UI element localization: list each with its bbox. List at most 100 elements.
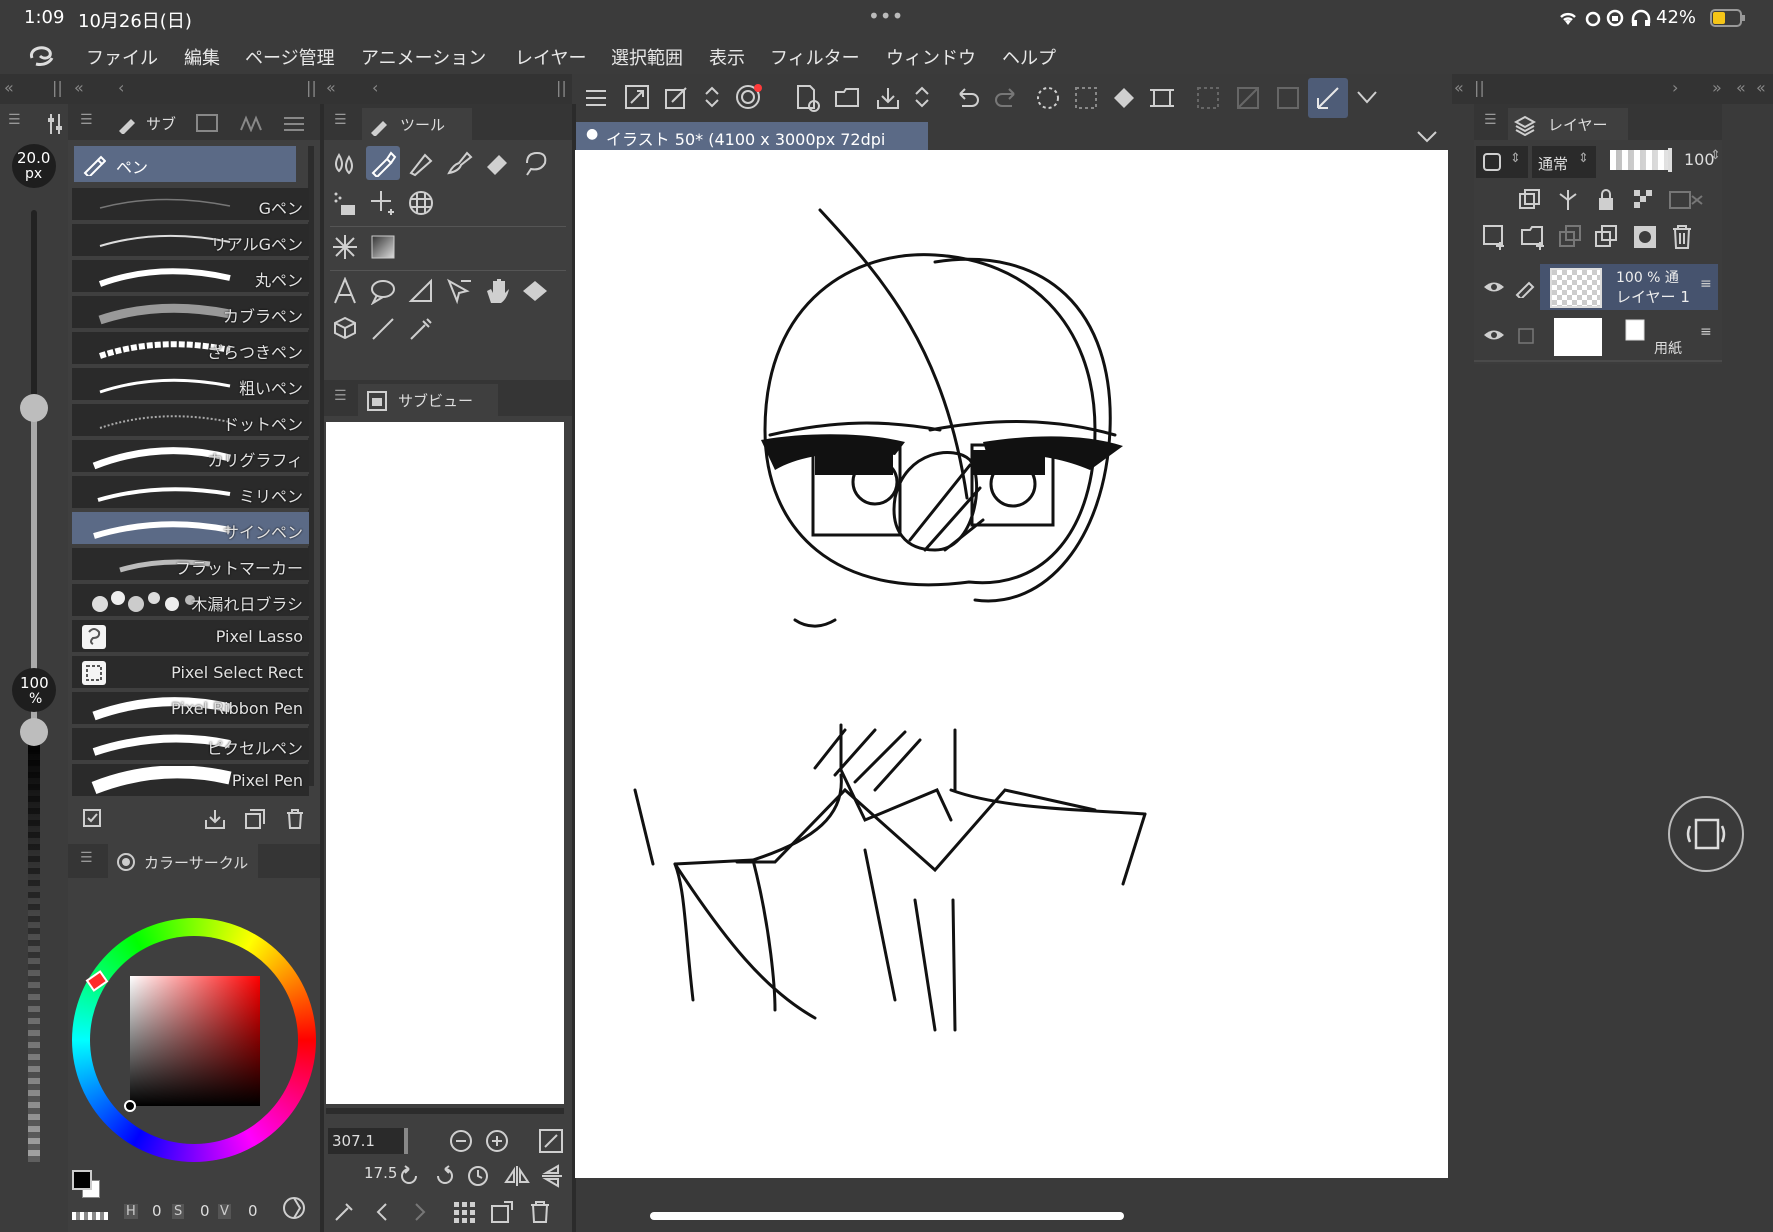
brush-rough-pen[interactable]: ざらつきペン	[72, 332, 309, 366]
brush-size-knob[interactable]	[20, 394, 48, 422]
collapse-right-icon-3[interactable]: «	[1736, 78, 1746, 97]
select-arrows-icon-3[interactable]: ⇕	[1710, 148, 1721, 163]
tab-list-icon[interactable]	[282, 114, 306, 132]
brush-calligraphy[interactable]: カリグラフィ	[72, 440, 309, 474]
tool-tab[interactable]: ツール	[362, 108, 472, 140]
visibility-eye-icon[interactable]	[1482, 326, 1506, 344]
brush-pixel-pen[interactable]: Pixel Pen	[72, 764, 309, 798]
menu-layer[interactable]: レイヤー	[515, 44, 586, 70]
tool-pencil[interactable]	[404, 146, 438, 180]
tool-lasso-fill[interactable]	[518, 146, 552, 180]
document-tab[interactable]: ● イラスト 50* (4100 x 3000px 72dpi 48.6%)	[576, 122, 928, 169]
tool-3d[interactable]	[328, 312, 362, 346]
subview-scrollbar[interactable]	[326, 1108, 564, 1114]
flip-vertical-icon[interactable]	[540, 1164, 564, 1188]
tool-object[interactable]	[442, 274, 476, 308]
expand-selection-icon[interactable]	[1274, 84, 1302, 112]
panel-menu-icon-2[interactable]: ☰	[80, 112, 93, 128]
duplicate-icon[interactable]	[244, 808, 266, 830]
brush-pixel-lasso[interactable]: Pixel Lasso	[72, 620, 309, 654]
layer-menu-icon[interactable]: ≡	[1700, 276, 1712, 292]
tool-text[interactable]	[328, 274, 362, 308]
select-all-icon[interactable]	[1072, 84, 1100, 112]
multitask-dots[interactable]: •••	[868, 4, 903, 28]
record-icon[interactable]	[734, 82, 764, 112]
brush-pixel-pen-jp[interactable]: ピクセルペン	[72, 728, 309, 762]
app-logo-icon[interactable]	[26, 42, 56, 68]
brush-opacity-slider[interactable]	[28, 732, 40, 1162]
sub-tool-header[interactable]: ペン	[74, 146, 296, 182]
quick-access-button[interactable]	[1668, 796, 1744, 872]
tab-wave-icon[interactable]	[240, 114, 262, 132]
color-tab[interactable]: カラーサークル	[108, 844, 258, 878]
lock-transparency-icon[interactable]	[1632, 188, 1656, 212]
tab-material-icon[interactable]	[196, 114, 218, 132]
subview-tab[interactable]: サブビュー	[358, 384, 498, 416]
zoom-out-icon[interactable]	[448, 1128, 474, 1154]
home-indicator[interactable]	[650, 1212, 1124, 1220]
collapse-left-icon[interactable]: «	[4, 78, 14, 97]
brush-komorebi[interactable]: 木漏れ日ブラシ	[72, 584, 309, 618]
chevron-left-icon[interactable]: ‹	[118, 78, 124, 97]
brush-opacity-knob[interactable]	[20, 718, 48, 746]
import-icon[interactable]	[204, 808, 226, 830]
redo-icon[interactable]	[992, 84, 1020, 112]
updown-icon[interactable]	[704, 84, 720, 110]
tool-frame[interactable]	[404, 274, 438, 308]
sv-marker[interactable]	[124, 1100, 136, 1112]
brush-real-g-pen[interactable]: リアルGペン	[72, 224, 309, 258]
subview-zoom-field[interactable]: 307.1	[328, 1128, 408, 1154]
collapse-left-icon-3[interactable]: «	[326, 78, 336, 97]
menu-animation[interactable]: アニメーション	[361, 44, 486, 70]
chevron-down-icon[interactable]	[1356, 88, 1378, 106]
menu-icon[interactable]	[584, 86, 608, 110]
brush-size-slider[interactable]	[31, 210, 37, 740]
tool-airbrush[interactable]	[328, 186, 362, 220]
new-folder-icon[interactable]	[1520, 224, 1546, 250]
dock-grip-icon-4[interactable]: ||	[1474, 78, 1485, 97]
brush-pixel-ribbon-pen[interactable]: Pixel Ribbon Pen	[72, 692, 309, 726]
blend-mode-select[interactable]: 通常 ⇕	[1532, 146, 1596, 178]
tool-drop[interactable]	[328, 146, 362, 180]
zoom-slider-thumb[interactable]	[404, 1128, 408, 1154]
open-folder-icon[interactable]	[834, 84, 862, 112]
import-image-icon[interactable]	[490, 1200, 514, 1224]
panel-menu-icon-3[interactable]: ☰	[80, 850, 93, 866]
snap-button[interactable]	[1308, 78, 1348, 118]
tool-eyedropper[interactable]	[404, 312, 438, 346]
chevron-right-icon[interactable]: ›	[1672, 78, 1678, 97]
menu-filter[interactable]: フィルター	[770, 44, 860, 70]
brush-milli-pen[interactable]: ミリペン	[72, 476, 309, 510]
brush-maru-pen[interactable]: 丸ペン	[72, 260, 309, 294]
tool-balloon[interactable]	[366, 274, 400, 308]
chevron-left-icon-2[interactable]: ‹	[372, 78, 378, 97]
dock-grip-icon-2[interactable]: ||	[306, 78, 317, 97]
mask-toggle-icon[interactable]	[1668, 188, 1704, 212]
sub-tool-settings-icon[interactable]	[82, 808, 104, 830]
menu-window[interactable]: ウィンドウ	[886, 44, 976, 70]
brush-flat-marker[interactable]: フラットマーカー	[72, 548, 309, 582]
saturation-value-square[interactable]	[130, 976, 260, 1106]
collapse-right-icon-4[interactable]: «	[1756, 78, 1766, 97]
expression-color-select[interactable]: ⇕	[1476, 146, 1528, 178]
merge-layer-icon[interactable]	[1594, 224, 1620, 250]
flip-horizontal-icon[interactable]	[504, 1164, 530, 1188]
fit-screen-icon[interactable]	[624, 84, 650, 110]
menu-help[interactable]: ヘルプ	[1002, 44, 1056, 70]
transform-icon[interactable]	[664, 84, 690, 110]
transfer-down-icon[interactable]	[1558, 224, 1584, 250]
slider-settings-icon[interactable]	[46, 112, 64, 136]
menu-page[interactable]: ページ管理	[245, 44, 335, 70]
visibility-eye-icon[interactable]	[1482, 278, 1506, 296]
clear-selection-icon[interactable]	[1194, 84, 1222, 112]
clip-layer-icon[interactable]	[1518, 188, 1542, 212]
foreground-color-swatch[interactable]	[72, 1170, 92, 1190]
panel-menu-icon-5[interactable]: ☰	[334, 388, 347, 404]
menu-view[interactable]: 表示	[709, 44, 745, 70]
subview-eyedropper-icon[interactable]	[332, 1200, 356, 1224]
tool-pen[interactable]	[366, 146, 400, 180]
reference-layer-icon[interactable]	[1556, 188, 1580, 212]
collapse-left-icon-2[interactable]: «	[74, 78, 84, 97]
new-raster-layer-icon[interactable]	[1482, 224, 1508, 250]
tool-blend[interactable]	[328, 230, 362, 264]
